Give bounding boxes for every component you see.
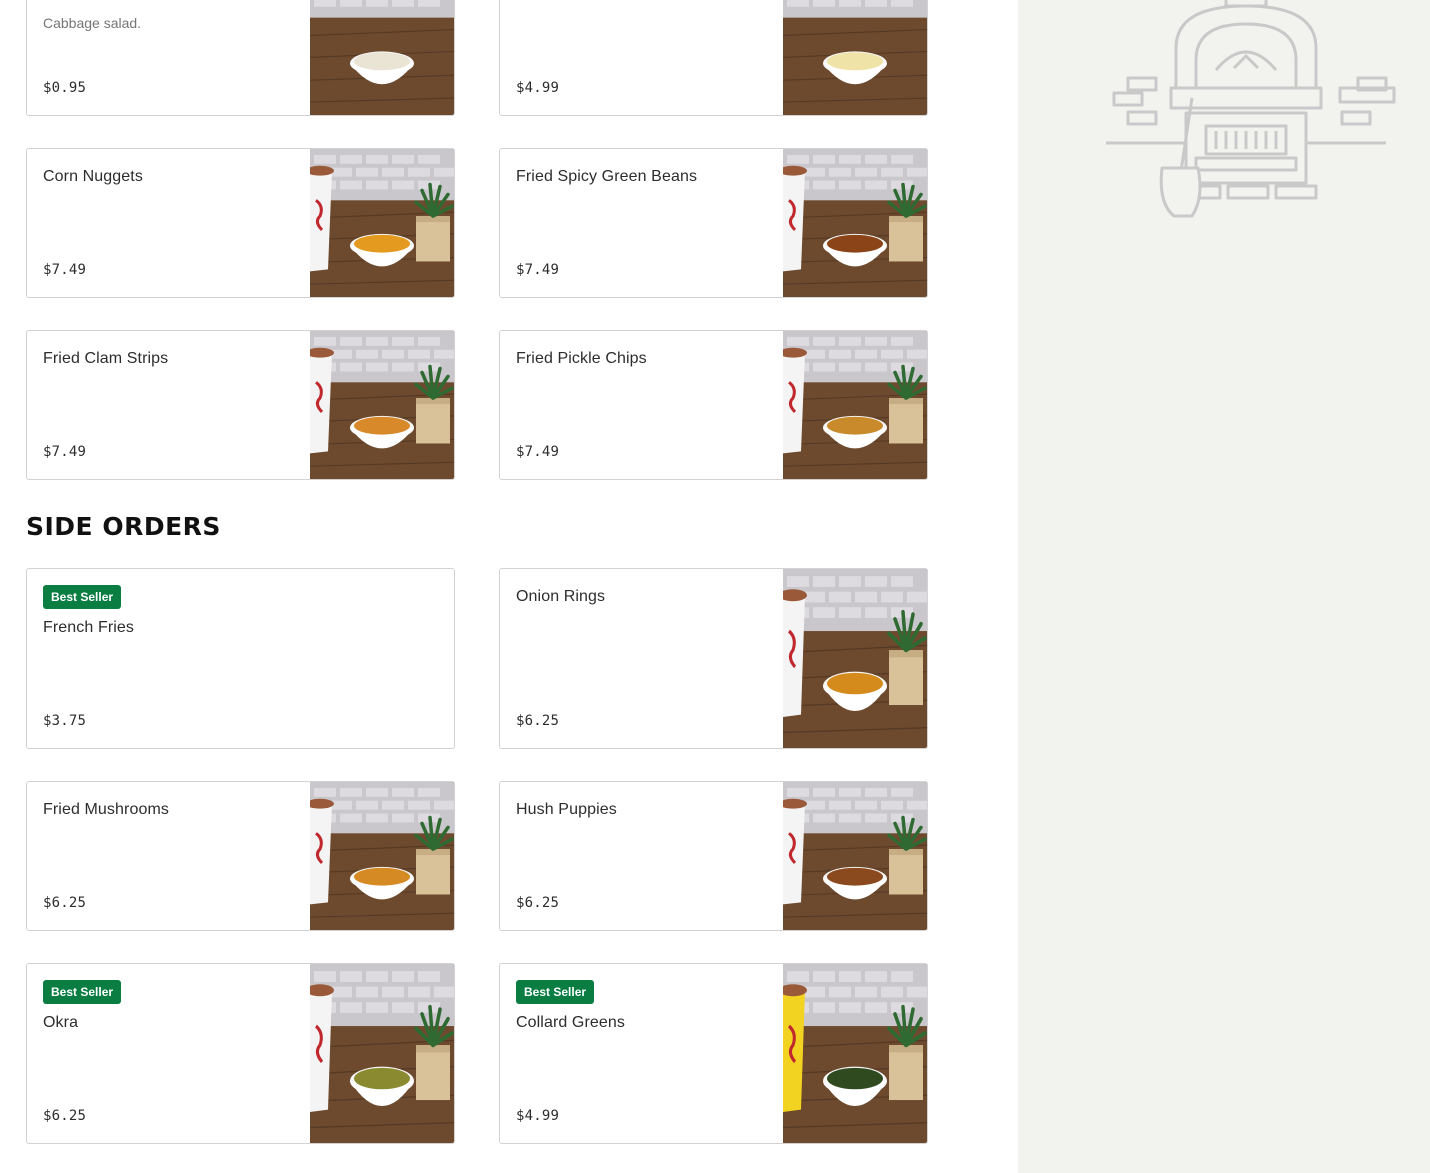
menu-item-name: Hush Puppies — [516, 801, 617, 818]
menu-item-price: $6.25 — [516, 895, 560, 911]
menu-item-name: Fried Spicy Green Beans — [516, 168, 698, 185]
menu-item-fried-clam-strips[interactable]: Fried Clam Strips $7.49 — [26, 330, 455, 480]
food-photo — [310, 0, 454, 115]
best-seller-badge: Best Seller — [43, 585, 122, 609]
food-photo — [310, 149, 454, 297]
menu-item-price: $3.75 — [43, 713, 87, 729]
food-photo — [783, 782, 927, 930]
food-photo — [310, 964, 454, 1143]
menu-item-collard-greens[interactable]: Best Seller Collard Greens $4.99 — [499, 963, 928, 1144]
menu-item-price: $4.99 — [516, 80, 560, 96]
menu-item-name: French Fries — [43, 619, 134, 636]
menu-item-price: $7.49 — [43, 262, 87, 278]
food-photo — [310, 782, 454, 930]
menu-item-name: Okra — [43, 1014, 79, 1031]
menu-item-name: Fried Pickle Chips — [516, 350, 647, 367]
menu-item-price: $6.25 — [43, 895, 87, 911]
food-photo — [783, 0, 927, 115]
food-photo — [783, 964, 927, 1143]
menu-item-name: Collard Greens — [516, 1014, 626, 1031]
menu-item-name: Fried Mushrooms — [43, 801, 169, 818]
menu-item-price: $7.49 — [516, 262, 560, 278]
menu-item-price: $0.95 — [43, 80, 87, 96]
menu-item-price: $7.49 — [43, 444, 87, 460]
menu-item-hush-puppies[interactable]: Hush Puppies $6.25 — [499, 781, 928, 931]
food-photo — [783, 569, 927, 748]
menu-item-onion-rings[interactable]: Onion Rings $6.25 — [499, 568, 928, 749]
menu-item-fried-pickle-chips[interactable]: Fried Pickle Chips $7.49 — [499, 330, 928, 480]
menu-item-price: $7.49 — [516, 444, 560, 460]
menu-item-french-fries[interactable]: Best Seller French Fries $3.75 — [26, 568, 455, 749]
menu-item-fried-spicy-green-beans[interactable]: Fried Spicy Green Beans $7.49 — [499, 148, 928, 298]
food-photo — [783, 149, 927, 297]
menu-item-name: Fried Clam Strips — [43, 350, 169, 367]
sidebar-panel — [1018, 0, 1430, 1173]
menu-item-potato-salad[interactable]: Potato Salad $4.99 — [499, 0, 928, 116]
food-photo — [310, 331, 454, 479]
menu-item-cole-slaw[interactable]: Cole Slaw Cabbage salad. $0.95 — [26, 0, 455, 116]
best-seller-badge: Best Seller — [516, 980, 595, 1004]
menu-item-corn-nuggets[interactable]: Corn Nuggets $7.49 — [26, 148, 455, 298]
menu-item-price: $4.99 — [516, 1108, 560, 1124]
menu-item-name: Cole Slaw — [43, 0, 116, 3]
menu-item-price: $6.25 — [43, 1108, 87, 1124]
menu-item-name: Potato Salad — [516, 0, 609, 3]
menu-item-price: $6.25 — [516, 713, 560, 729]
menu-item-name: Onion Rings — [516, 588, 606, 605]
brick-oven-illustration — [1106, 0, 1396, 218]
food-photo — [783, 331, 927, 479]
menu-item-name: Corn Nuggets — [43, 168, 143, 185]
menu-item-fried-mushrooms[interactable]: Fried Mushrooms $6.25 — [26, 781, 455, 931]
best-seller-badge: Best Seller — [43, 980, 122, 1004]
menu-item-description: Cabbage salad. — [43, 15, 142, 31]
menu-item-okra[interactable]: Best Seller Okra $6.25 — [26, 963, 455, 1144]
section-title-side-orders: SIDE ORDERS — [26, 512, 221, 541]
